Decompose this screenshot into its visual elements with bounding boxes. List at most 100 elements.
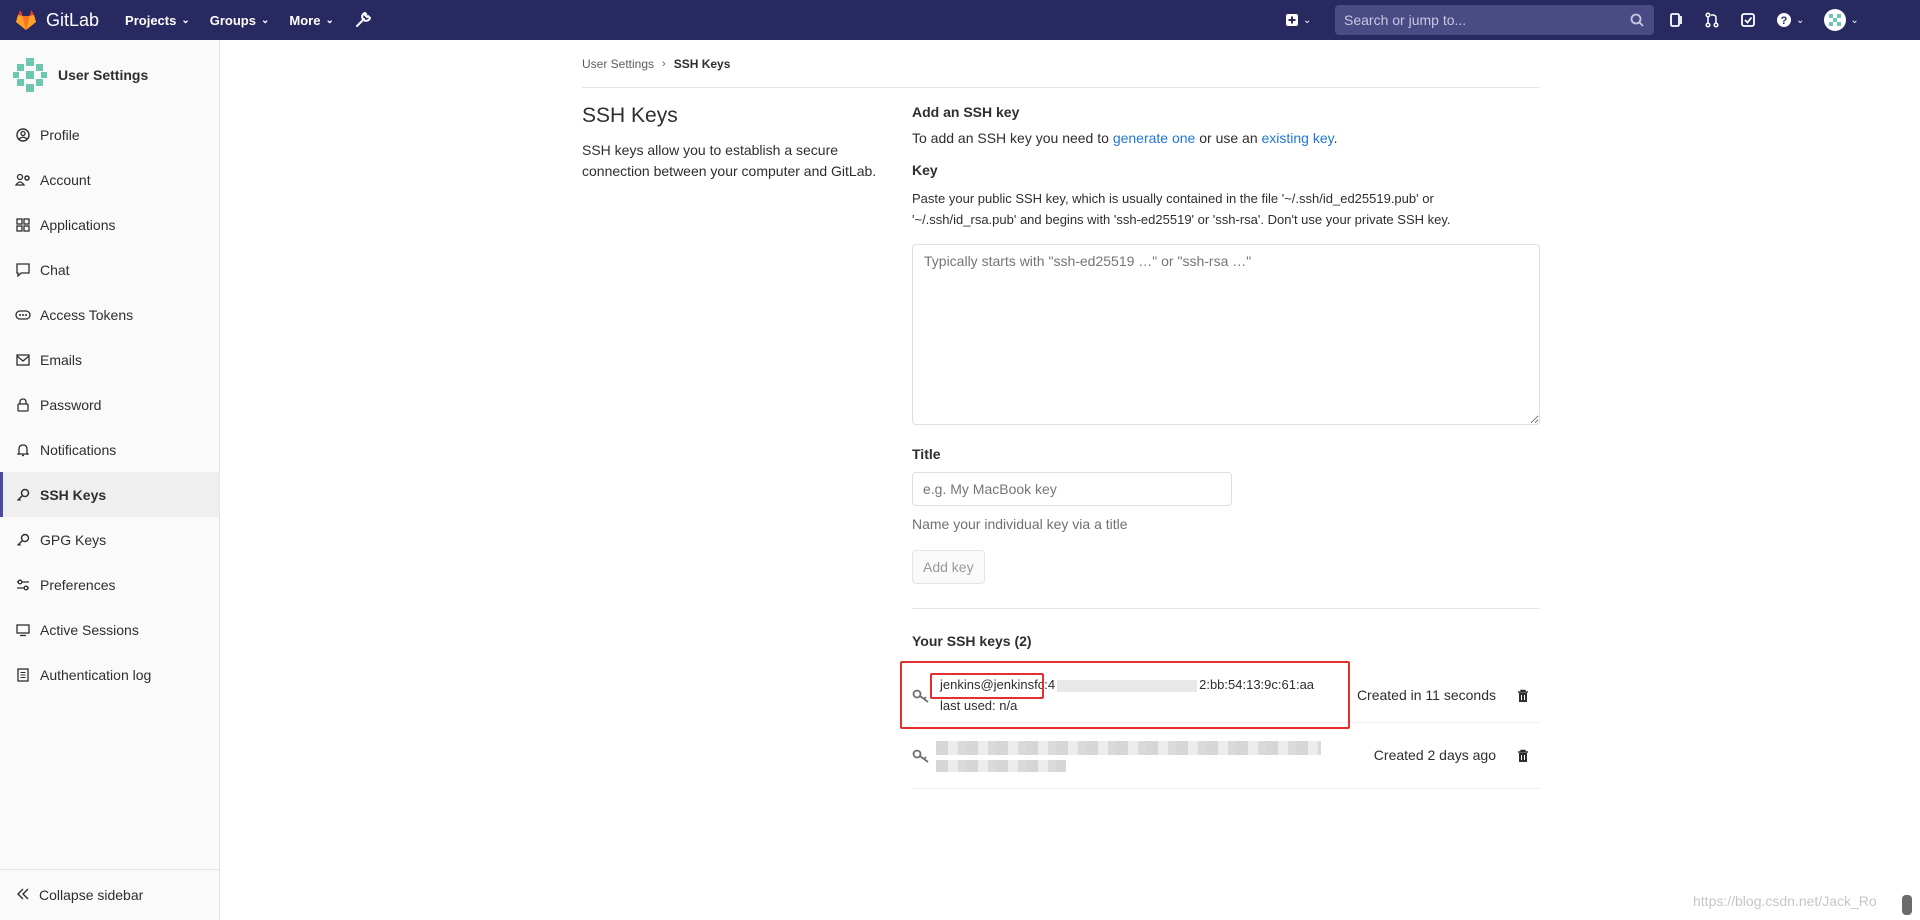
todo-icon[interactable] — [1740, 12, 1756, 28]
issues-icon[interactable] — [1668, 12, 1684, 28]
breadcrumb: User Settings › SSH Keys — [582, 40, 1540, 88]
key-hint: Paste your public SSH key, which is usua… — [912, 191, 1451, 227]
title-input[interactable] — [912, 472, 1232, 506]
chevron-down-icon: ⌄ — [1850, 14, 1859, 26]
existing-key-link[interactable]: existing key — [1262, 130, 1334, 146]
sidebar-item-label: Emails — [40, 351, 83, 368]
annotation-highlight-box — [930, 673, 1044, 699]
key-icon — [912, 689, 929, 703]
key-textarea[interactable] — [912, 244, 1540, 425]
user-avatar-dropdown[interactable]: ⌄ — [1824, 9, 1859, 31]
sidebar-item-access-tokens[interactable]: Access Tokens — [0, 292, 219, 337]
chevron-down-icon: ⌄ — [1303, 14, 1312, 26]
search-input[interactable]: Search or jump to... — [1335, 5, 1654, 35]
double-chevron-left-icon — [17, 887, 29, 903]
divider — [912, 608, 1540, 609]
key-created: Created in 11 seconds — [1356, 687, 1496, 703]
sidebar-item-notifications[interactable]: Notifications — [0, 427, 219, 472]
brand-name: GitLab — [46, 9, 100, 30]
more-dropdown[interactable]: More ⌄ — [289, 13, 333, 28]
projects-dropdown[interactable]: Projects ⌄ — [125, 13, 190, 28]
bell-icon — [15, 442, 31, 458]
sidebar-item-preferences[interactable]: Preferences — [0, 562, 219, 607]
trash-icon[interactable] — [1516, 689, 1530, 703]
your-keys-heading: Your SSH keys (2) — [912, 633, 1032, 649]
sidebar-item-ssh-keys[interactable]: SSH Keys — [0, 472, 219, 517]
sidebar-item-label: Access Tokens — [40, 306, 134, 323]
sidebar-item-label: SSH Keys — [40, 486, 107, 503]
sidebar-item-gpg-keys[interactable]: GPG Keys — [0, 517, 219, 562]
add-key-instructions: To add an SSH key you need to generate o… — [912, 130, 1540, 146]
gitlab-logo-icon — [16, 10, 36, 30]
add-key-text-middle: or use an — [1195, 130, 1262, 146]
ssh-key-row[interactable]: jenkins@jenkinsfc:4 2:bb:54:13:9c:61:aa l… — [900, 661, 1540, 729]
projects-label: Projects — [125, 12, 177, 28]
add-key-heading: Add an SSH key — [912, 104, 1020, 120]
sidebar-item-label: Chat — [40, 261, 70, 278]
help-icon: ? — [1777, 13, 1791, 27]
redacted-block — [1057, 679, 1198, 692]
log-icon — [15, 667, 31, 683]
ssh-key-row[interactable]: Created 2 days ago — [912, 727, 1540, 789]
admin-wrench-icon[interactable] — [354, 11, 372, 29]
merge-request-icon[interactable] — [1704, 12, 1720, 28]
scrollbar-thumb[interactable] — [1902, 895, 1912, 915]
monitor-icon — [15, 622, 31, 638]
top-navbar: GitLab Projects ⌄ Groups ⌄ More ⌄ ⌄ Sear… — [0, 0, 1920, 40]
gitlab-home-link[interactable]: GitLab — [14, 0, 99, 40]
add-key-button[interactable]: Add key — [912, 550, 985, 584]
search-placeholder: Search or jump to... — [1344, 12, 1467, 28]
search-icon — [1630, 13, 1644, 27]
sidebar-item-label: Preferences — [40, 576, 116, 593]
page-description: SSH keys allow you to establish a secure… — [582, 142, 877, 179]
token-icon — [15, 307, 31, 323]
sidebar-item-chat[interactable]: Chat — [0, 247, 219, 292]
groups-dropdown[interactable]: Groups ⌄ — [210, 13, 270, 28]
sidebar-item-active-sessions[interactable]: Active Sessions — [0, 607, 219, 652]
watermark: https://blog.csdn.net/Jack_Ro — [1693, 893, 1877, 909]
sidebar-item-emails[interactable]: Emails — [0, 337, 219, 382]
trash-icon[interactable] — [1516, 749, 1530, 763]
sidebar-item-label: Account — [40, 171, 91, 188]
user-avatar — [13, 58, 47, 92]
lock-icon — [15, 397, 31, 413]
chevron-down-icon: ⌄ — [181, 14, 190, 26]
generate-one-link[interactable]: generate one — [1113, 130, 1196, 146]
profile-icon — [15, 127, 31, 143]
sidebar-item-label: Profile — [40, 126, 80, 143]
sidebar-item-label: Applications — [40, 216, 116, 233]
chat-icon — [15, 262, 31, 278]
breadcrumb-parent[interactable]: User Settings — [582, 57, 654, 71]
preferences-icon — [15, 577, 31, 593]
avatar-icon — [1824, 9, 1847, 31]
sidebar-item-account[interactable]: Account — [0, 157, 219, 202]
title-help-text: Name your individual key via a title — [912, 516, 1128, 532]
sidebar-item-profile[interactable]: Profile — [0, 112, 219, 157]
collapse-sidebar-button[interactable]: Collapse sidebar — [0, 869, 220, 920]
key-label: Key — [912, 162, 938, 178]
sidebar-item-password[interactable]: Password — [0, 382, 219, 427]
account-icon — [15, 172, 31, 188]
chevron-down-icon: ⌄ — [325, 14, 334, 26]
help-dropdown[interactable]: ? ⌄ — [1776, 12, 1804, 28]
new-dropdown[interactable]: ⌄ — [1285, 13, 1311, 27]
sidebar-item-authentication-log[interactable]: Authentication log — [0, 652, 219, 697]
key-created: Created 2 days ago — [1373, 747, 1496, 763]
chevron-right-icon: › — [662, 57, 666, 70]
redacted-block — [936, 741, 1321, 755]
sidebar-item-label: Notifications — [40, 441, 117, 458]
breadcrumb-current[interactable]: SSH Keys — [674, 57, 731, 71]
sidebar-item-label: Active Sessions — [40, 621, 139, 638]
applications-icon — [15, 217, 31, 233]
add-key-column: Add an SSH key To add an SSH key you nee… — [900, 104, 1540, 789]
collapse-sidebar-label: Collapse sidebar — [39, 887, 144, 903]
svg-text:?: ? — [1781, 15, 1788, 27]
main-content: User Settings › SSH Keys SSH Keys SSH ke… — [582, 40, 1540, 789]
sidebar-item-applications[interactable]: Applications — [0, 202, 219, 247]
nav-right: ⌄ — [1280, 0, 1311, 40]
add-key-text-after: . — [1333, 130, 1338, 146]
key-fingerprint-end: 2:bb:54:13:9c:61:aa — [1199, 677, 1315, 692]
nav-right-icons: ? ⌄ ⌄ — [1668, 0, 1879, 40]
redacted-block — [936, 760, 1066, 772]
sidebar-header[interactable]: User Settings — [0, 50, 219, 100]
